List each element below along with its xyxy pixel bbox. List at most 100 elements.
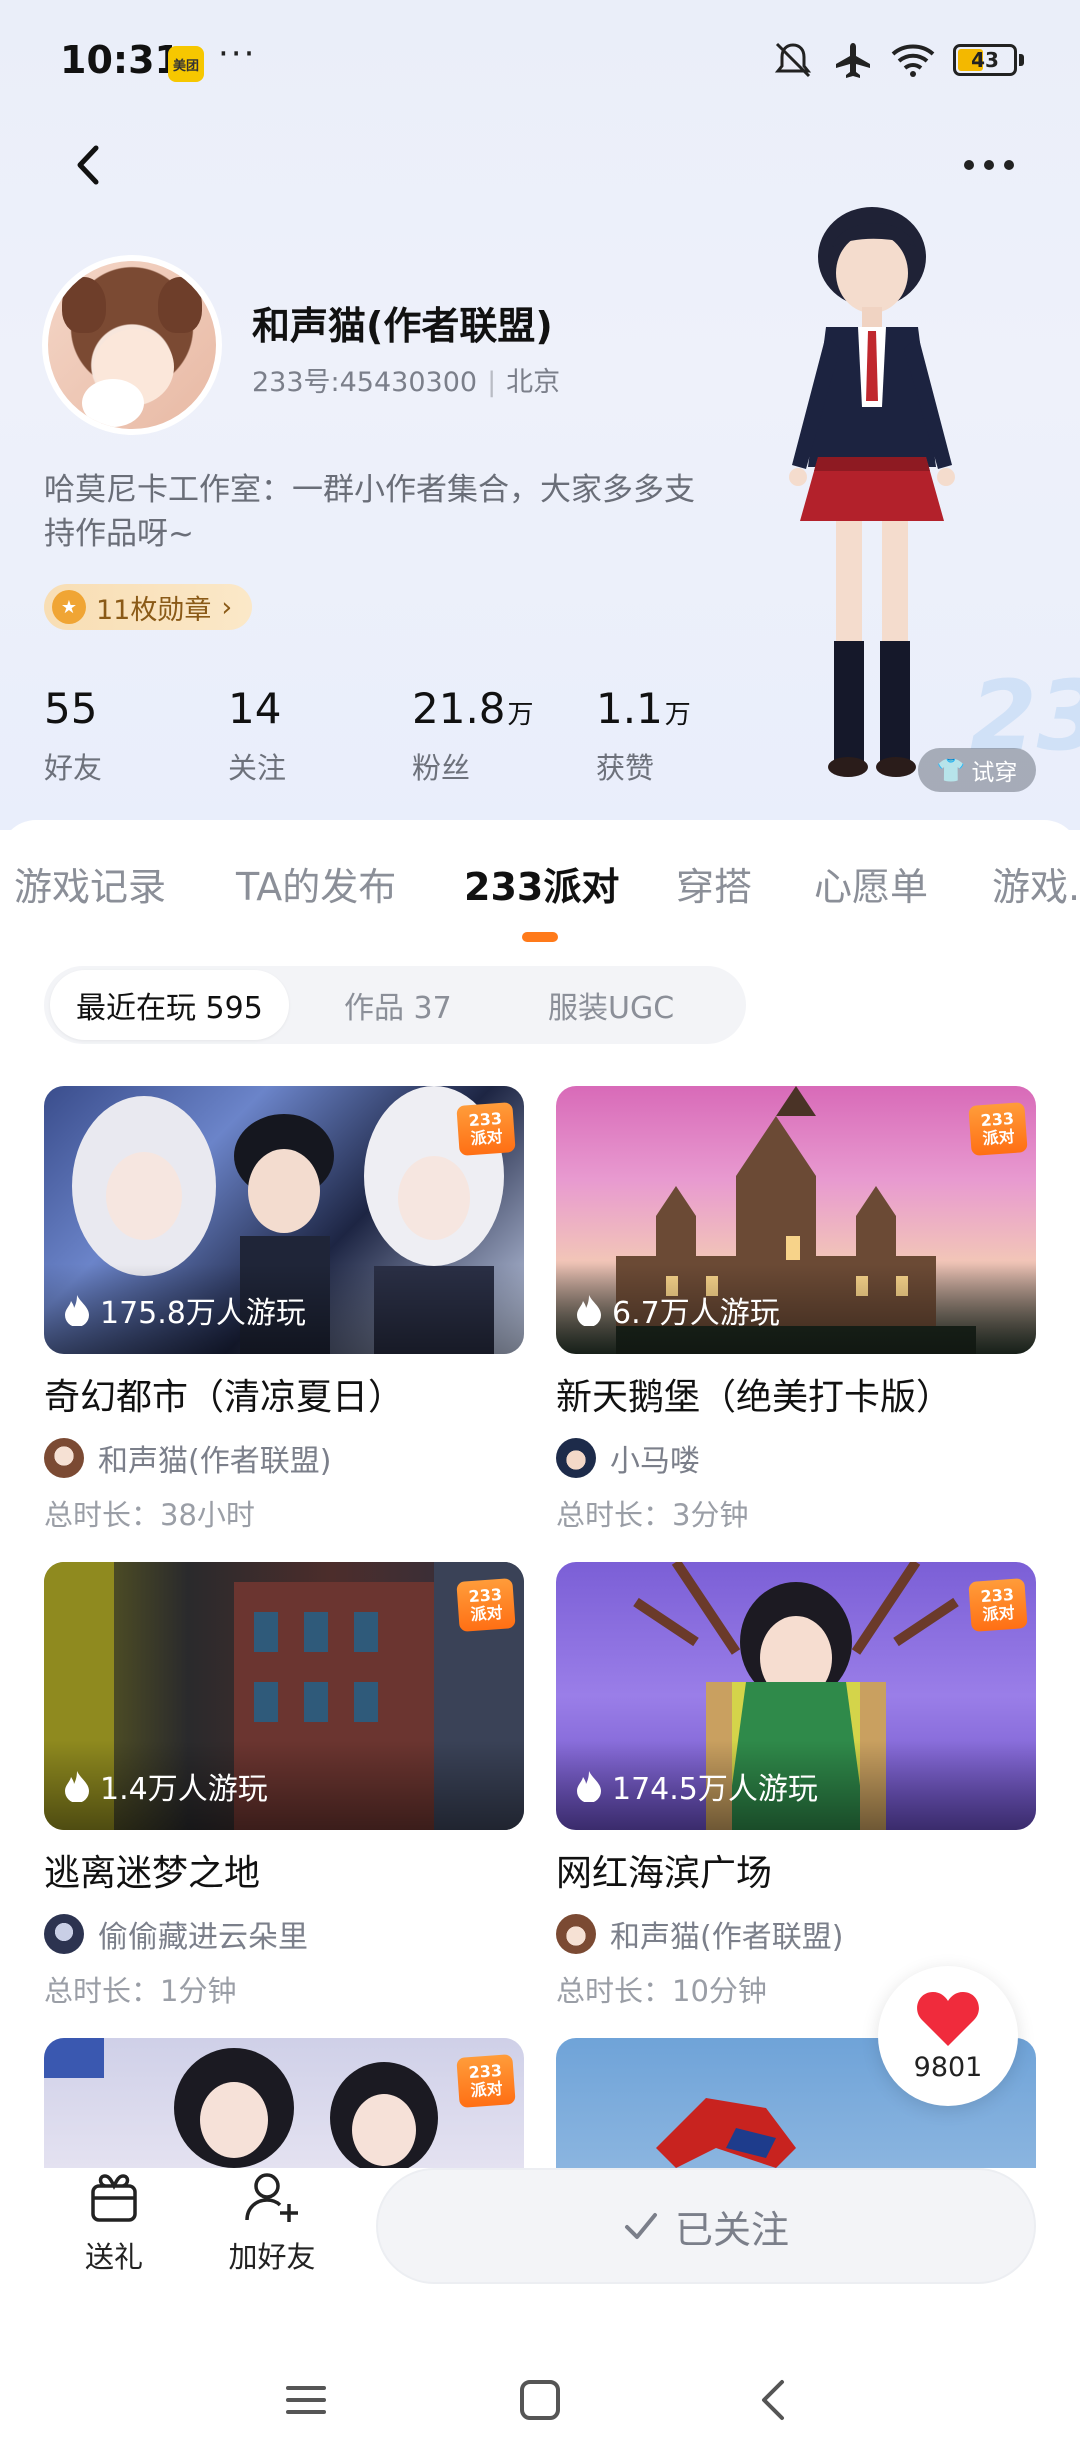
- stat-fans[interactable]: 21.8万 粉丝: [412, 684, 596, 787]
- game-author[interactable]: 和声猫(作者联盟): [556, 1912, 1036, 1956]
- heart-icon: [917, 1991, 979, 2046]
- tab-233-party[interactable]: 233派对: [464, 856, 619, 911]
- shirt-icon: 👕: [936, 757, 966, 784]
- mute-bell-icon: [774, 42, 812, 78]
- tab-outfits[interactable]: 穿搭: [676, 856, 752, 911]
- subtab-recently-played[interactable]: 最近在玩 595: [50, 970, 289, 1040]
- stat-value: 14: [228, 684, 282, 733]
- status-bar: 10:31 美团 ··· 43: [0, 0, 1080, 130]
- avatar: [44, 1438, 84, 1478]
- game-title: 逃离迷梦之地: [44, 1853, 261, 1894]
- tab-wishlist[interactable]: 心愿单: [814, 856, 928, 911]
- tab-game-records[interactable]: 游戏记录: [14, 856, 166, 911]
- medal-label: 11枚勋章: [96, 594, 212, 626]
- profile-name: 和声猫(作者联盟): [252, 304, 553, 348]
- play-duration: 总时长：3分钟: [556, 1498, 749, 1532]
- battery-tip: [1019, 54, 1024, 66]
- system-navigation-bar: [0, 2340, 1080, 2460]
- medal-button[interactable]: ★ 11枚勋章 ›: [44, 584, 253, 630]
- meituan-notification-icon: 美团: [168, 46, 204, 82]
- status-time: 10:31: [60, 38, 181, 82]
- avatar-character-figure[interactable]: [740, 195, 1000, 785]
- gift-button[interactable]: 送礼: [54, 2168, 174, 2276]
- back-button[interactable]: [64, 140, 114, 190]
- bottom-action-bar: 送礼 加好友 已关注: [0, 2168, 1080, 2308]
- recent-apps-button[interactable]: [276, 2370, 336, 2430]
- 233-party-tag: 233 派对: [968, 1578, 1028, 1632]
- game-thumbnail[interactable]: 233 派对 175.8万人游玩: [44, 1086, 524, 1354]
- game-card[interactable]: 233 派对 1.4万人游玩 逃离迷梦之地 偷偷藏进云朵里 总时长：1分钟: [44, 1562, 524, 2010]
- profile-id: 233号:45430300: [252, 367, 478, 398]
- game-thumbnail[interactable]: 233 派对 174.5万人游玩: [556, 1562, 1036, 1830]
- 233-party-tag: 233 派对: [456, 2054, 516, 2108]
- game-title: 新天鹅堡（绝美打卡版）: [556, 1377, 953, 1418]
- game-card[interactable]: 233 派对 175.8万人游玩 奇幻都市（清凉夏日） 和声猫(作者联盟) 总时长…: [44, 1086, 524, 1534]
- active-tab-indicator: [522, 932, 558, 942]
- battery-level: 43: [971, 48, 999, 72]
- profile-meta: 233号:45430300 | 北京: [252, 360, 560, 399]
- followed-button[interactable]: 已关注: [376, 2168, 1036, 2284]
- like-count: 9801: [913, 2051, 983, 2083]
- flame-icon: [65, 1295, 89, 1326]
- play-count-text: 6.7万人游玩: [612, 1296, 780, 1331]
- stat-following[interactable]: 14 关注: [228, 684, 412, 787]
- flame-icon: [577, 1295, 601, 1326]
- tab-posts[interactable]: TA的发布: [236, 856, 396, 911]
- play-count: 175.8万人游玩: [64, 1288, 306, 1332]
- 233-party-tag: 233 派对: [456, 1102, 516, 1156]
- avatar: [44, 1914, 84, 1954]
- profile-avatar[interactable]: [42, 255, 222, 435]
- airplane-mode-icon: [836, 43, 870, 78]
- subtab-clothing-ugc[interactable]: 服装UGC: [548, 966, 674, 1044]
- play-count-text: 175.8万人游玩: [100, 1296, 306, 1331]
- try-on-button[interactable]: 👕 试穿: [918, 748, 1036, 792]
- battery-icon: 43: [953, 44, 1017, 76]
- game-thumbnail[interactable]: 233 派对 1.4万人游玩: [44, 1562, 524, 1830]
- followed-label: 已关注: [674, 2207, 789, 2252]
- square-home-icon: [520, 2380, 560, 2420]
- game-author[interactable]: 和声猫(作者联盟): [44, 1436, 524, 1480]
- home-button[interactable]: [510, 2370, 570, 2430]
- game-author[interactable]: 小马喽: [556, 1436, 1036, 1480]
- profile-location: 北京: [506, 367, 561, 398]
- game-thumbnail[interactable]: 233 派对 6.7万人游玩: [556, 1086, 1036, 1354]
- game-card[interactable]: 233 派对 174.5万人游玩 网红海滨广场 和声猫(作者联盟) 总时长：10分…: [556, 1562, 1036, 2010]
- tab-games-more[interactable]: 游戏...: [992, 856, 1080, 911]
- tag-line: 派对: [981, 1126, 1016, 1149]
- more-options-button[interactable]: [956, 150, 1022, 180]
- game-thumbnail[interactable]: 233 派对: [44, 2038, 524, 2168]
- subtab-works[interactable]: 作品 37: [344, 966, 452, 1044]
- play-count: 6.7万人游玩: [576, 1288, 780, 1332]
- gift-label: 送礼: [84, 2240, 143, 2274]
- game-card[interactable]: 233 派对 6.7万人游玩 新天鹅堡（绝美打卡版） 小马喽 总时长：3分钟: [556, 1086, 1036, 1534]
- play-count-text: 1.4万人游玩: [100, 1772, 268, 1807]
- more-notifications-indicator: ···: [218, 34, 257, 74]
- play-count: 174.5万人游玩: [576, 1764, 818, 1808]
- game-card[interactable]: 233 派对: [44, 2038, 524, 2168]
- add-friend-button[interactable]: 加好友: [212, 2168, 332, 2276]
- 233-party-tag: 233 派对: [456, 1578, 516, 1632]
- author-name: 偷偷藏进云朵里: [98, 1920, 308, 1955]
- play-duration: 总时长：1分钟: [44, 1974, 237, 2008]
- status-icons: 43: [771, 40, 1024, 80]
- try-on-label: 试穿: [971, 760, 1018, 786]
- stat-label: 粉丝: [412, 751, 471, 785]
- game-title: 网红海滨广场: [556, 1853, 773, 1894]
- checkmark-icon: [624, 2213, 657, 2239]
- stat-label: 好友: [44, 751, 103, 785]
- chevron-left-icon: [77, 145, 99, 185]
- author-name: 和声猫(作者联盟): [98, 1444, 332, 1479]
- stat-unit: 万: [507, 700, 534, 730]
- stat-friends[interactable]: 55 好友: [44, 684, 228, 787]
- thumbnail-art: [44, 2038, 438, 2168]
- separator: |: [487, 367, 497, 398]
- stat-unit: 万: [664, 700, 691, 730]
- gift-icon: [91, 2174, 137, 2222]
- tag-line: 派对: [981, 1602, 1016, 1625]
- dot-icon: [984, 160, 994, 170]
- stat-value: 21.8: [412, 684, 506, 733]
- system-back-button[interactable]: [744, 2370, 804, 2430]
- game-author[interactable]: 偷偷藏进云朵里: [44, 1912, 524, 1956]
- like-button[interactable]: 9801: [878, 1966, 1018, 2106]
- medal-icon: ★: [52, 590, 86, 624]
